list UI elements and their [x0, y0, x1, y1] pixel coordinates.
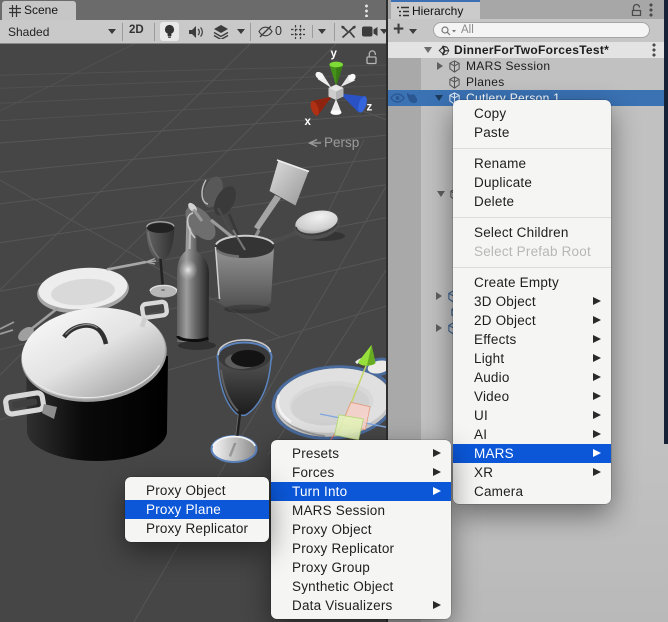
svg-text:z: z: [367, 102, 373, 114]
svg-text:Persp: Persp: [324, 135, 359, 150]
svg-text:x: x: [305, 116, 312, 128]
svg-text:y: y: [331, 48, 338, 60]
